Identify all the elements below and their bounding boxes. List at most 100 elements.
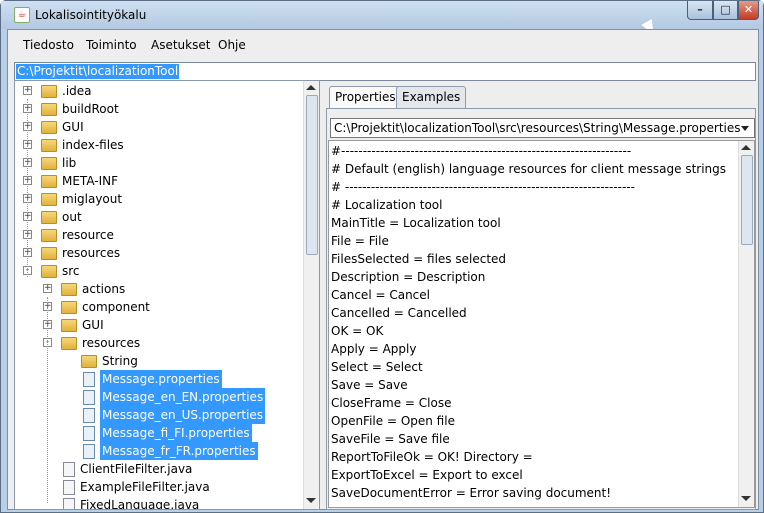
tree-item[interactable]: Message_en_US.properties [15,406,303,424]
tree-item[interactable]: + resource [15,226,303,244]
editor-line: ReportToFileOk = OK! Directory = [331,450,533,464]
menu-toiminto[interactable]: Toiminto [86,38,137,52]
editor-line: FilesSelected = files selected [331,252,507,266]
tree-guide-line [47,297,48,503]
tree-item[interactable]: Message_fr_FR.properties [15,442,303,460]
tree-scrollbar[interactable] [303,81,319,509]
folder-icon [41,139,57,152]
scroll-up-icon[interactable] [741,145,751,150]
tree-item-label: component [82,300,150,314]
tree-item-label: String [102,354,138,368]
editor-line: # --------------------------------------… [331,180,635,194]
folder-icon [61,337,77,350]
tree-item-label: Message_fr_FR.properties [100,442,258,460]
scroll-thumb[interactable] [741,155,753,245]
editor-line: OpenFile = Open file [331,414,455,428]
tree-item[interactable]: + index-files [15,136,303,154]
tree-item[interactable]: + GUI [15,316,303,334]
tree-guide-line [27,99,28,277]
path-input[interactable]: C:\Projektit\localizationTool [14,62,756,81]
tree-item-label: actions [82,282,126,296]
tree-item-label: FixedLanguage.java [80,498,200,510]
expand-icon[interactable]: + [23,86,32,95]
file-icon [63,480,75,495]
file-tree-panel: + .idea + buildRoot + GUI + index-files + lib + MET… [14,80,320,510]
tree-item-label: Message_fi_FI.properties [100,424,252,442]
scroll-down-icon[interactable] [741,496,751,501]
tree-item-label: ClientFileFilter.java [80,462,193,476]
tree-item[interactable]: + miglayout [15,190,303,208]
menu-asetukset[interactable]: Asetukset [151,38,210,52]
editor-line: Cancel = Cancel [331,288,430,302]
tree-item[interactable]: FixedLanguage.java [15,496,303,510]
properties-tab-content: C:\Projektit\localizationTool\src\resour… [326,108,756,510]
folder-icon [41,193,57,206]
java-cup-icon: ☕ [14,7,30,23]
properties-file-icon [83,372,95,387]
tree-item[interactable]: Message.properties [15,370,303,388]
tree-item-label: GUI [82,318,104,332]
folder-icon [41,103,57,116]
menu-tiedosto[interactable]: Tiedosto [23,38,74,52]
tree-item-label: buildRoot [62,102,119,116]
tree-item[interactable]: Message_fi_FI.properties [15,424,303,442]
client-area: Tiedosto Toiminto Asetukset Ohje C:\Proj… [7,29,759,510]
right-panel: Properties Examples C:\Projektit\localiz… [326,80,756,510]
folder-icon [41,175,57,188]
folder-icon [61,283,77,296]
scroll-thumb[interactable] [306,95,318,255]
editor-line: #---------------------------------------… [331,144,632,158]
editor-line: SaveDocumentError = Error saving documen… [331,486,612,500]
scroll-down-icon[interactable] [306,498,316,503]
editor-line: # Localization tool [331,198,443,212]
folder-icon [41,265,57,278]
editor-line: Cancelled = Cancelled [331,306,467,320]
folder-icon [41,211,57,224]
close-button[interactable]: ✕ [738,1,759,20]
scroll-up-icon[interactable] [306,85,316,90]
folder-icon [41,157,57,170]
properties-editor[interactable]: #---------------------------------------… [328,140,755,508]
tree-item[interactable]: + out [15,208,303,226]
tree-item[interactable]: - src [15,262,303,280]
file-icon [63,498,75,509]
tree-item[interactable]: Message_en_EN.properties [15,388,303,406]
tree-item-label: GUI [62,120,84,134]
folder-icon [41,229,57,242]
minimize-button[interactable]: – [687,1,713,20]
tree-item[interactable]: + buildRoot [15,100,303,118]
tree-item-label: ExampleFileFilter.java [80,480,210,494]
expand-icon[interactable]: + [43,284,52,293]
tree-item-label: miglayout [62,192,123,206]
tree-item[interactable]: ClientFileFilter.java [15,460,303,478]
menu-ohje[interactable]: Ohje [218,38,246,52]
tree-item[interactable]: + resources [15,244,303,262]
editor-scrollbar[interactable] [738,141,754,507]
tree-item[interactable]: + GUI [15,118,303,136]
properties-file-icon [83,426,95,441]
maximize-button[interactable]: □ [713,1,738,20]
tree-item[interactable]: + lib [15,154,303,172]
tab-examples[interactable]: Examples [396,86,467,108]
editor-line: CloseFrame = Close [331,396,452,410]
tree-item[interactable]: + component [15,298,303,316]
tree-item[interactable]: ExampleFileFilter.java [15,478,303,496]
tree-item-label: Message_en_EN.properties [100,388,266,406]
editor-line: # Default (english) language resources f… [331,162,727,176]
tree-item[interactable]: - resources [15,334,303,352]
editor-line: Apply = Apply [331,342,417,356]
tree-item-label: Message_en_US.properties [100,406,266,424]
tree-item-label: resources [82,336,141,350]
tree-item[interactable]: + META-INF [15,172,303,190]
tree-item[interactable]: String [15,352,303,370]
file-select-combo[interactable]: C:\Projektit\localizationTool\src\resour… [330,118,755,138]
tab-properties[interactable]: Properties [329,86,402,109]
tree-item[interactable]: + .idea [15,82,303,100]
editor-line: Select = Select [331,360,423,374]
file-icon [63,462,75,477]
chevron-down-icon[interactable] [741,126,749,131]
editor-line: Save = Save [331,378,408,392]
folder-icon [41,121,57,134]
tree-item[interactable]: + actions [15,280,303,298]
path-value: C:\Projektit\localizationTool [16,64,180,79]
